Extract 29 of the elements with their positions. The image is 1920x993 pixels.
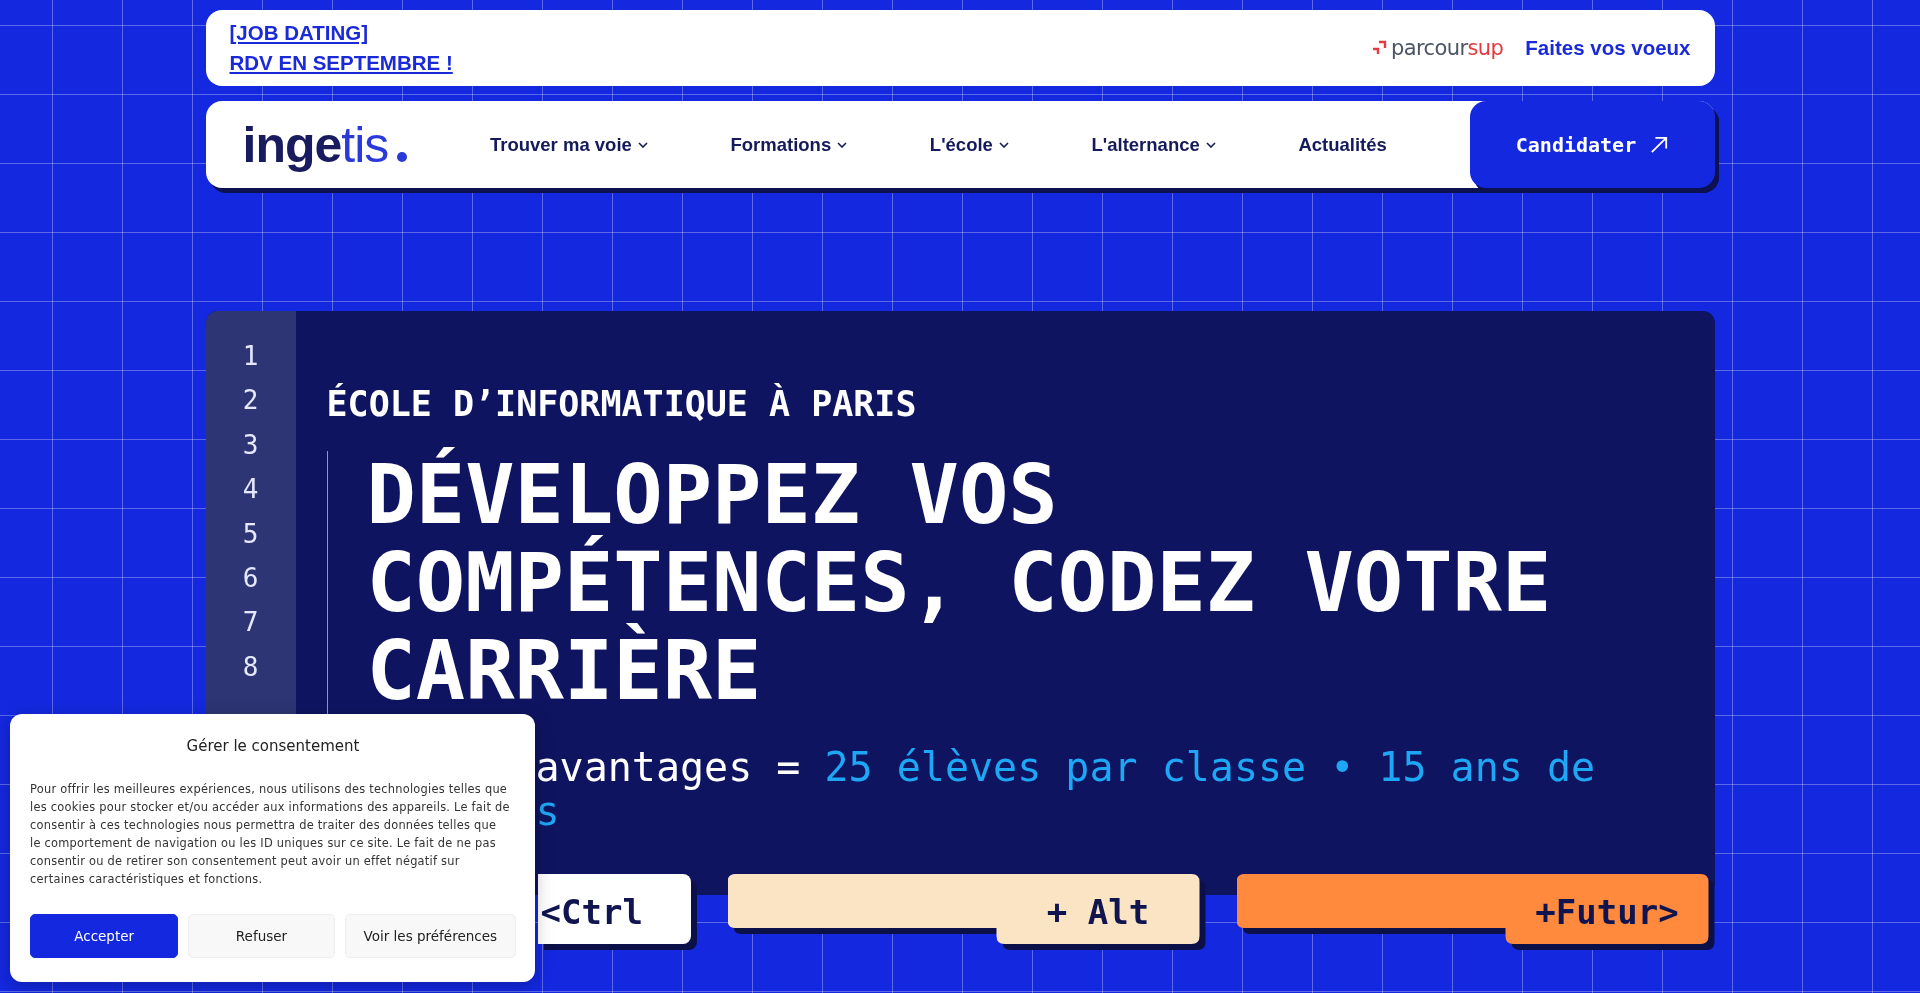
preferences-button[interactable]: Voir les préférences [344, 914, 516, 958]
eyebrow-text: ÉCOLE D’INFORMATIQUE À PARIS [326, 382, 918, 426]
partner-logo[interactable]: parcoursup [1372, 36, 1504, 60]
announcement-link[interactable]: [JOB DATING] RDV EN SEPTEMBRE ! [229, 18, 453, 78]
line-number: 1 [241, 343, 260, 369]
dialog-title: Gérer le consentement [185, 736, 361, 756]
keycap: +Futur> [1236, 874, 1709, 944]
line-number: 5 [241, 520, 260, 547]
nav-menu-item[interactable]: Formations [730, 133, 848, 156]
arrow-up-right-icon [1650, 135, 1669, 154]
accept-button[interactable]: Accepter [30, 914, 179, 958]
nav-menu-item[interactable]: L'alternance [1091, 133, 1216, 156]
line-number: 2 [241, 387, 260, 414]
line-number: 6 [241, 564, 260, 591]
line-number: 8 [241, 653, 260, 680]
refuse-button[interactable]: Refuser [188, 914, 335, 958]
wishes-link[interactable]: Faites vos voeux [1525, 36, 1691, 60]
site-logo[interactable]: ingetis [242, 119, 408, 170]
nav-menu-item[interactable]: Actualités [1298, 133, 1387, 156]
line-number: 3 [241, 431, 260, 458]
dot-icon [397, 151, 408, 162]
nav-menu-item[interactable]: Trouver ma voie [489, 133, 648, 156]
nav-menu-item[interactable]: L'école [929, 133, 1009, 156]
dialog-text: Pour offrir les meilleures expériences, nous utilisons des technologies telles que les cookies pour stocker et/ou accéder aux informations des appareils. Le fait de consentir à ces technologies nous permettra de traiter des données telles que le comportement de navigation ou les ID uniques sur ce site. Le fait de ne pas consentir ou de retirer son consentement peut avoir un effet négatif sur certaines caractéristiques et fonctions. [30, 781, 510, 888]
line-number: 7 [241, 609, 260, 636]
keycap: <Ctrl [537, 874, 691, 944]
line-number: 4 [241, 476, 260, 503]
code-line: avantages = 25 élèves par classe • 15 ans de s [535, 745, 1596, 833]
keycap: + Alt [727, 874, 1200, 944]
